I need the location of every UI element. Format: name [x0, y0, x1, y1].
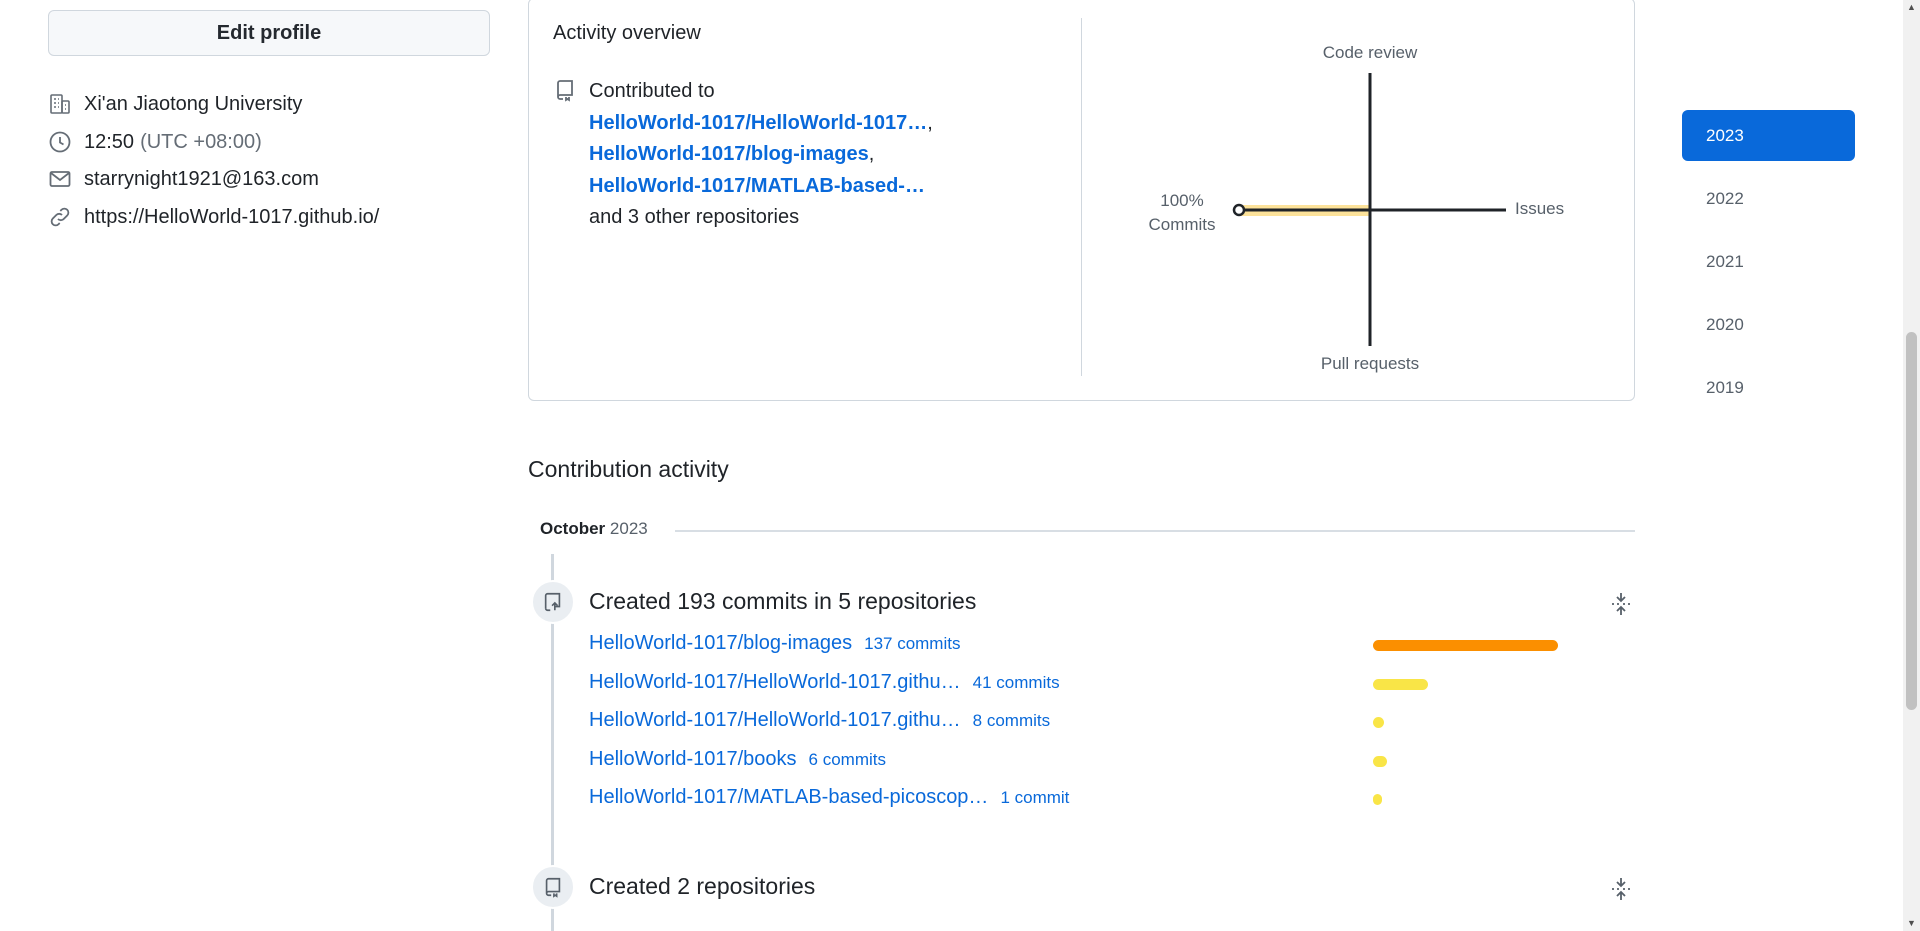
contrib-repo-link[interactable]: HelloWorld-1017/HelloWorld-1017…	[589, 112, 927, 134]
commit-repo-link[interactable]: HelloWorld-1017/HelloWorld-1017.githu…	[589, 671, 961, 694]
commit-count-link[interactable]: 137 commits	[864, 634, 960, 654]
contrib-repo-link[interactable]: HelloWorld-1017/MATLAB-based-…	[589, 175, 925, 197]
month-divider	[675, 530, 1635, 532]
axis-label-pull-requests: Pull requests	[1320, 354, 1420, 373]
year-link-2020[interactable]: 2020	[1682, 299, 1855, 350]
commit-row: HelloWorld-1017/HelloWorld-1017.githu… 41…	[589, 671, 1060, 694]
axis-label-issues: Issues	[1515, 199, 1565, 218]
email-row: starrynight1921@163.com	[48, 164, 319, 194]
commit-row: HelloWorld-1017/blog-images 137 commits	[589, 632, 960, 655]
commit-bar	[1373, 678, 1428, 690]
clock-icon	[49, 131, 71, 153]
commit-repo-link[interactable]: HelloWorld-1017/blog-images	[589, 632, 852, 655]
repo-icon	[557, 80, 573, 102]
contrib-repo-link[interactable]: HelloWorld-1017/blog-images	[589, 143, 869, 165]
month-name: October	[540, 519, 606, 538]
repo-icon	[545, 877, 561, 898]
email-link[interactable]: starrynight1921@163.com	[84, 168, 319, 191]
scrollbar-thumb[interactable]	[1906, 332, 1917, 710]
organization-row: Xi'an Jiaotong University	[48, 89, 302, 119]
commit-row: HelloWorld-1017/HelloWorld-1017.githu… 8 …	[589, 709, 1050, 732]
fold-icon[interactable]	[1610, 591, 1632, 617]
repos-event-title: Created 2 repositories	[589, 873, 816, 899]
edit-profile-button[interactable]: Edit profile	[48, 10, 490, 56]
commit-repo-link[interactable]: HelloWorld-1017/HelloWorld-1017.githu…	[589, 709, 961, 732]
website-link[interactable]: https://HelloWorld-1017.github.io/	[84, 206, 379, 229]
timeline-commit-icon	[531, 580, 575, 624]
mail-icon	[49, 171, 71, 187]
website-row: https://HelloWorld-1017.github.io/	[48, 202, 379, 232]
link-icon	[50, 207, 70, 227]
contributed-to-label: Contributed to	[589, 80, 715, 102]
year-link-2019[interactable]: 2019	[1682, 362, 1855, 413]
separator: ,	[927, 111, 933, 134]
commit-repo-link[interactable]: HelloWorld-1017/MATLAB-based-picoscop…	[589, 786, 988, 809]
fold-icon[interactable]	[1610, 876, 1632, 902]
commit-repo-link[interactable]: HelloWorld-1017/books	[589, 748, 797, 771]
month-year: 2023	[609, 519, 648, 538]
commit-row: HelloWorld-1017/MATLAB-based-picoscop… 1 …	[589, 786, 1069, 809]
year-link-2021[interactable]: 2021	[1682, 236, 1855, 287]
organization-icon	[50, 94, 70, 114]
contribution-activity-title: Contribution activity	[528, 456, 729, 482]
commit-count-link[interactable]: 8 commits	[973, 711, 1050, 731]
commits-event-title: Created 193 commits in 5 repositories	[589, 588, 977, 614]
activity-overview-graph	[1232, 73, 1506, 346]
year-link-2022[interactable]: 2022	[1682, 173, 1855, 224]
timezone: (UTC +08:00)	[140, 130, 262, 153]
commit-bar	[1373, 755, 1387, 767]
separator: ,	[868, 143, 875, 165]
commits-point	[1232, 203, 1246, 217]
year-link-2023[interactable]: 2023	[1682, 110, 1855, 161]
local-time: 12:50	[84, 130, 135, 153]
timeline-repo-icon	[531, 865, 575, 909]
axis-label-code-review: Code review	[1322, 43, 1418, 62]
organization-text: Xi'an Jiaotong University	[84, 92, 303, 115]
repo-push-icon	[544, 592, 561, 612]
overview-title: Activity overview	[553, 22, 701, 44]
commit-bar	[1373, 640, 1558, 651]
month-heading: October 2023	[540, 519, 648, 539]
commits-percent: 100%	[1160, 191, 1204, 210]
local-time-row: 12:50 (UTC +08:00)	[48, 127, 262, 157]
commit-count-link[interactable]: 1 commit	[1000, 788, 1069, 808]
other-repos-text: and 3 other repositories	[589, 206, 800, 228]
commit-count-link[interactable]: 41 commits	[973, 673, 1060, 693]
commit-row: HelloWorld-1017/books 6 commits	[589, 748, 886, 771]
commits-label: Commits	[1148, 215, 1216, 234]
scroll-down-arrow[interactable]: ▼	[1906, 918, 1917, 929]
commit-count-link[interactable]: 6 commits	[809, 750, 886, 770]
overview-divider	[1081, 18, 1082, 376]
axis-label-commits: 100% Commits	[1142, 189, 1222, 237]
scroll-up-arrow[interactable]: ▲	[1906, 2, 1917, 13]
year-list: 2023 2022 2021 2020 2019	[1682, 110, 1855, 425]
commit-bar	[1373, 794, 1382, 805]
contributed-to-text: Contributed to HelloWorld-1017/HelloWorl…	[589, 76, 933, 234]
commit-bar	[1373, 717, 1384, 728]
